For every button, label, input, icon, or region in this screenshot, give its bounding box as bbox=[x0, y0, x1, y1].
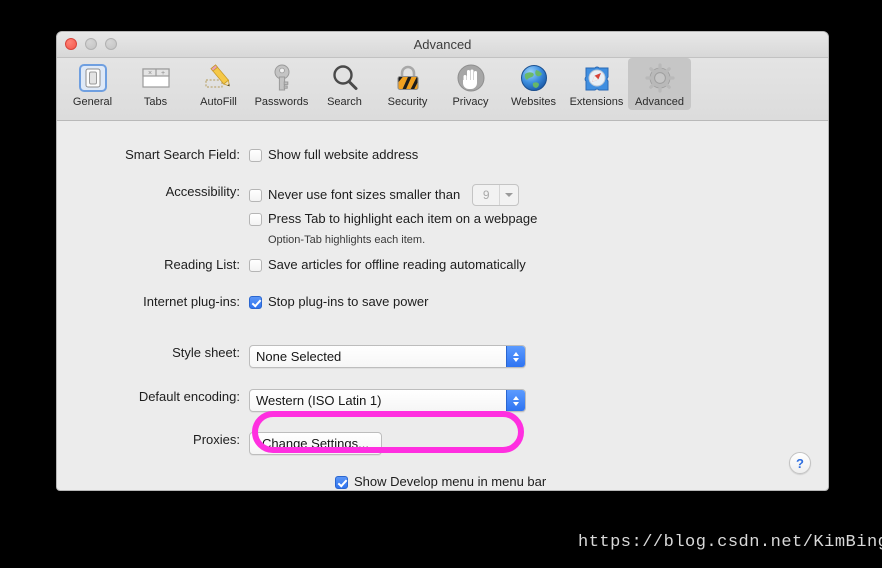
internet-plugins-label: Internet plug-ins: bbox=[143, 294, 240, 309]
toolbar-item-label: Websites bbox=[510, 96, 557, 108]
toolbar-item-tabs[interactable]: × + Tabs bbox=[124, 58, 187, 110]
reading-list-label: Reading List: bbox=[164, 257, 240, 272]
help-button[interactable]: ? bbox=[789, 452, 811, 474]
privacy-icon bbox=[454, 61, 488, 95]
window-titlebar: Advanced bbox=[57, 32, 828, 58]
stop-plugins-save-power-row[interactable]: Stop plug-ins to save power bbox=[249, 294, 428, 310]
save-articles-offline-label: Save articles for offline reading automa… bbox=[268, 257, 526, 272]
tabs-icon: × + bbox=[139, 61, 173, 95]
setting-row-style-sheet: Style sheet: None Selected bbox=[57, 345, 526, 368]
smart-search-field-label: Smart Search Field: bbox=[125, 147, 240, 162]
setting-row-internet-plugins: Internet plug-ins: Stop plug-ins to save… bbox=[57, 294, 428, 310]
show-develop-menu-checkbox[interactable] bbox=[335, 475, 348, 489]
default-encoding-label: Default encoding: bbox=[138, 389, 240, 404]
toolbar-item-label: Extensions bbox=[569, 96, 624, 108]
toolbar-item-general[interactable]: General bbox=[61, 58, 124, 110]
style-sheet-select[interactable]: None Selected bbox=[249, 345, 526, 368]
chevron-down-icon[interactable] bbox=[499, 185, 518, 205]
passwords-icon bbox=[265, 61, 299, 95]
chevron-updown-icon[interactable] bbox=[506, 390, 525, 411]
maximize-window-button[interactable] bbox=[105, 38, 117, 50]
accessibility-hint: Option-Tab highlights each item. bbox=[268, 234, 426, 246]
watermark-text: https://blog.csdn.net/KimBing bbox=[578, 533, 882, 552]
toolbar-item-label: Tabs bbox=[143, 96, 168, 108]
toolbar-item-label: Security bbox=[387, 96, 428, 108]
toolbar-item-label: Passwords bbox=[254, 96, 309, 108]
toolbar-item-label: Advanced bbox=[635, 96, 684, 108]
save-articles-offline-row[interactable]: Save articles for offline reading automa… bbox=[249, 257, 526, 273]
style-sheet-label: Style sheet: bbox=[172, 345, 240, 360]
toolbar-item-advanced[interactable]: Advanced bbox=[628, 58, 691, 110]
setting-row-smart-search-field: Smart Search Field: Show full website ad… bbox=[57, 147, 418, 163]
toolbar-item-label: Privacy bbox=[452, 96, 489, 108]
search-icon bbox=[328, 61, 362, 95]
show-develop-menu-label: Show Develop menu in menu bar bbox=[354, 474, 547, 489]
min-font-size-checkbox[interactable] bbox=[249, 188, 262, 202]
svg-text:+: + bbox=[161, 70, 165, 77]
show-full-website-address-row[interactable]: Show full website address bbox=[249, 147, 418, 163]
default-encoding-value: Western (ISO Latin 1) bbox=[256, 393, 382, 408]
setting-row-develop-menu: Show Develop menu in menu bar bbox=[335, 474, 546, 490]
min-font-size-row[interactable]: Never use font sizes smaller than 9 bbox=[249, 184, 537, 206]
toolbar-item-autofill[interactable]: AutoFill bbox=[187, 58, 250, 110]
proxies-label: Proxies: bbox=[193, 432, 240, 447]
press-tab-highlight-label: Press Tab to highlight each item on a we… bbox=[268, 211, 538, 226]
save-articles-offline-checkbox[interactable] bbox=[249, 258, 262, 272]
security-icon bbox=[391, 61, 425, 95]
change-settings-button[interactable]: Change Settings... bbox=[249, 432, 382, 455]
accessibility-label: Accessibility: bbox=[165, 184, 240, 199]
setting-row-accessibility: Accessibility: Never use font sizes smal… bbox=[57, 184, 537, 246]
close-window-button[interactable] bbox=[65, 38, 77, 50]
toolbar-item-passwords[interactable]: Passwords bbox=[250, 58, 313, 110]
advanced-settings-pane: Smart Search Field: Show full website ad… bbox=[57, 121, 828, 489]
toolbar-item-label: Search bbox=[327, 96, 362, 108]
stop-plugins-save-power-label: Stop plug-ins to save power bbox=[268, 294, 429, 309]
show-full-website-address-checkbox[interactable] bbox=[249, 148, 262, 162]
toolbar-item-websites[interactable]: Websites bbox=[502, 58, 565, 110]
toolbar-item-label: General bbox=[72, 96, 113, 108]
min-font-size-stepper[interactable]: 9 bbox=[472, 184, 520, 206]
setting-row-proxies: Proxies: Change Settings... bbox=[57, 432, 382, 455]
toolbar-item-extensions[interactable]: Extensions bbox=[565, 58, 628, 110]
style-sheet-value: None Selected bbox=[256, 349, 342, 364]
minimize-window-button[interactable] bbox=[85, 38, 97, 50]
safari-preferences-window: Advanced General × + Tabs AutoFill Passw… bbox=[56, 31, 829, 491]
press-tab-highlight-row[interactable]: Press Tab to highlight each item on a we… bbox=[249, 211, 537, 227]
press-tab-highlight-checkbox[interactable] bbox=[249, 212, 262, 226]
advanced-icon bbox=[643, 61, 677, 95]
default-encoding-select[interactable]: Western (ISO Latin 1) bbox=[249, 389, 526, 412]
toolbar-item-label: AutoFill bbox=[200, 96, 237, 108]
extensions-icon bbox=[580, 61, 614, 95]
svg-text:×: × bbox=[148, 70, 152, 77]
stop-plugins-save-power-checkbox[interactable] bbox=[249, 295, 262, 309]
min-font-size-value: 9 bbox=[482, 188, 490, 202]
toolbar-item-search[interactable]: Search bbox=[313, 58, 376, 110]
min-font-size-label: Never use font sizes smaller than bbox=[268, 187, 461, 202]
websites-icon bbox=[517, 61, 551, 95]
window-title: Advanced bbox=[413, 37, 472, 52]
toolbar-item-security[interactable]: Security bbox=[376, 58, 439, 110]
preferences-toolbar: General × + Tabs AutoFill Passwords Sear… bbox=[57, 58, 828, 121]
toolbar-item-privacy[interactable]: Privacy bbox=[439, 58, 502, 110]
show-develop-menu-row[interactable]: Show Develop menu in menu bar bbox=[335, 474, 546, 490]
autofill-icon bbox=[202, 61, 236, 95]
general-icon bbox=[76, 61, 110, 95]
setting-row-default-encoding: Default encoding: Western (ISO Latin 1) bbox=[57, 389, 526, 412]
setting-row-reading-list: Reading List: Save articles for offline … bbox=[57, 257, 526, 273]
traffic-light-buttons bbox=[65, 38, 117, 50]
show-full-website-address-label: Show full website address bbox=[268, 147, 419, 162]
chevron-updown-icon[interactable] bbox=[506, 346, 525, 367]
